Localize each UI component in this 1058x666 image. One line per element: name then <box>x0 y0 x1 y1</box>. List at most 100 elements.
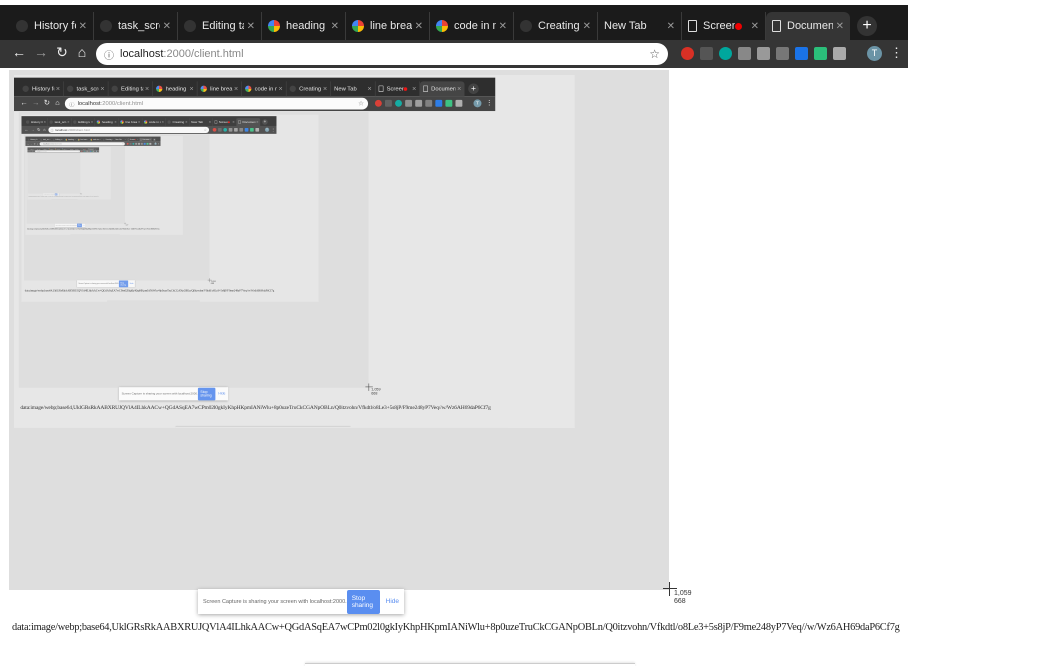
menu-icon[interactable]: ⋮ <box>486 99 493 107</box>
back-icon[interactable]: ← <box>24 127 29 131</box>
close-tab-icon[interactable]: ✕ <box>415 21 423 32</box>
extension-icon[interactable] <box>228 127 233 132</box>
tab[interactable]: heading in m✕ <box>262 12 346 40</box>
close-tab-icon[interactable]: ✕ <box>256 121 258 124</box>
profile-avatar[interactable]: T <box>473 99 482 108</box>
close-tab-icon[interactable]: ✕ <box>499 21 507 32</box>
forward-icon[interactable]: → <box>32 44 50 60</box>
close-tab-icon[interactable]: ✕ <box>112 139 113 141</box>
extension-icon[interactable] <box>455 99 463 107</box>
stop-sharing-button[interactable]: Stop sharing <box>76 223 82 228</box>
address-bar[interactable]: ⓘ localhost:2000/client.html ☆ <box>39 142 125 146</box>
extension-icon[interactable] <box>149 142 152 145</box>
home-icon[interactable]: ⌂ <box>36 142 39 144</box>
extension-icon[interactable] <box>212 127 217 132</box>
info-icon[interactable]: ⓘ <box>41 143 42 145</box>
tab[interactable]: History for R✕ <box>10 12 94 40</box>
tab[interactable]: Editing task_✕ <box>108 81 153 97</box>
extension-icon[interactable] <box>244 127 249 132</box>
extension-icon[interactable] <box>405 99 413 107</box>
extension-icon[interactable] <box>129 142 132 145</box>
close-tab-icon[interactable]: ✕ <box>37 139 38 141</box>
profile-avatar[interactable]: T <box>154 142 157 145</box>
close-tab-icon[interactable]: ✕ <box>75 139 76 141</box>
extension-icon[interactable] <box>135 142 138 145</box>
extension-icon[interactable] <box>138 142 140 145</box>
close-tab-icon[interactable]: ✕ <box>50 139 51 141</box>
close-tab-icon[interactable]: ✕ <box>412 86 416 92</box>
stop-sharing-button[interactable]: Stop sharing <box>346 589 380 614</box>
tab[interactable]: heading in m✕ <box>95 118 119 126</box>
tab[interactable]: Screen ✕ <box>375 81 420 97</box>
close-tab-icon[interactable]: ✕ <box>836 21 844 32</box>
close-tab-icon[interactable]: ✕ <box>44 121 46 124</box>
tab[interactable]: Creating and✕ <box>514 12 598 40</box>
info-icon[interactable]: ⓘ <box>51 128 54 132</box>
close-tab-icon[interactable]: ✕ <box>62 139 63 141</box>
tab[interactable]: line break in✕ <box>346 12 430 40</box>
home-icon[interactable]: ⌂ <box>53 98 63 106</box>
close-tab-icon[interactable]: ✕ <box>56 86 60 92</box>
tab[interactable]: Screen ✕ <box>682 12 766 40</box>
extension-icon[interactable] <box>795 47 808 60</box>
tab[interactable]: heading in m✕ <box>153 81 198 97</box>
tab[interactable]: Document ✕ <box>419 81 465 97</box>
extension-icon[interactable] <box>218 127 222 132</box>
close-tab-icon[interactable]: ✕ <box>161 121 163 124</box>
close-tab-icon[interactable]: ✕ <box>232 121 234 124</box>
address-bar[interactable]: ⓘ localhost:2000/client.html ☆ <box>48 126 210 134</box>
extension-icon[interactable] <box>384 99 392 107</box>
new-tab-button[interactable]: + <box>262 119 268 125</box>
extension-icon[interactable] <box>126 142 129 145</box>
close-tab-icon[interactable]: ✕ <box>189 86 193 92</box>
extension-icon[interactable] <box>833 47 846 60</box>
close-tab-icon[interactable]: ✕ <box>209 121 211 124</box>
tab[interactable]: New Tab ✕ <box>331 81 376 97</box>
extension-icon[interactable] <box>234 127 238 132</box>
extension-icon[interactable] <box>435 99 443 107</box>
close-tab-icon[interactable]: ✕ <box>163 21 171 32</box>
close-tab-icon[interactable]: ✕ <box>457 86 461 92</box>
tab[interactable]: line break in✕ <box>197 81 242 97</box>
back-icon[interactable]: ← <box>19 98 29 106</box>
extension-icon[interactable] <box>814 47 827 60</box>
tab[interactable]: New Tab ✕ <box>189 118 213 126</box>
extension-icon[interactable] <box>719 47 732 60</box>
close-tab-icon[interactable]: ✕ <box>234 86 238 92</box>
address-bar[interactable]: ⓘ localhost:2000/client.html ☆ <box>96 43 668 65</box>
close-tab-icon[interactable]: ✕ <box>323 86 327 92</box>
hide-button[interactable]: Hide <box>58 194 59 195</box>
close-tab-icon[interactable]: ✕ <box>87 139 88 141</box>
extension-icon[interactable] <box>757 47 770 60</box>
extension-icon[interactable] <box>140 142 143 145</box>
tab[interactable]: task_screen_✕ <box>94 12 178 40</box>
extension-icon[interactable] <box>738 47 751 60</box>
close-tab-icon[interactable]: ✕ <box>583 21 591 32</box>
extension-icon[interactable] <box>223 127 228 132</box>
new-tab-button[interactable]: + <box>468 83 479 95</box>
close-tab-icon[interactable]: ✕ <box>278 86 282 92</box>
hide-button[interactable]: Hide <box>83 225 85 226</box>
bookmark-star-icon[interactable]: ☆ <box>204 128 207 132</box>
extension-icon[interactable] <box>425 99 433 107</box>
close-tab-icon[interactable]: ✕ <box>331 21 339 32</box>
close-tab-icon[interactable]: ✕ <box>247 21 255 32</box>
close-tab-icon[interactable]: ✕ <box>150 139 151 141</box>
extension-icon[interactable] <box>776 47 789 60</box>
menu-icon[interactable]: ⋮ <box>98 151 99 152</box>
tab[interactable]: code in md -✕ <box>430 12 514 40</box>
menu-icon[interactable]: ⋮ <box>271 127 275 131</box>
extension-icon[interactable] <box>681 47 694 60</box>
reload-icon[interactable]: ↻ <box>42 98 52 107</box>
hide-button[interactable]: Hide <box>218 392 225 396</box>
tab[interactable]: Creating and✕ <box>166 118 190 126</box>
stop-sharing-button[interactable]: Stop sharing <box>118 280 129 288</box>
info-icon[interactable]: ⓘ <box>69 100 74 108</box>
close-tab-icon[interactable]: ✕ <box>185 121 187 124</box>
forward-icon[interactable]: → <box>31 98 41 106</box>
close-tab-icon[interactable]: ✕ <box>145 86 149 92</box>
close-tab-icon[interactable]: ✕ <box>667 21 675 32</box>
tab[interactable]: Screen ✕ <box>213 118 237 126</box>
tab[interactable]: code in md -✕ <box>142 118 166 126</box>
close-tab-icon[interactable]: ✕ <box>137 139 138 141</box>
